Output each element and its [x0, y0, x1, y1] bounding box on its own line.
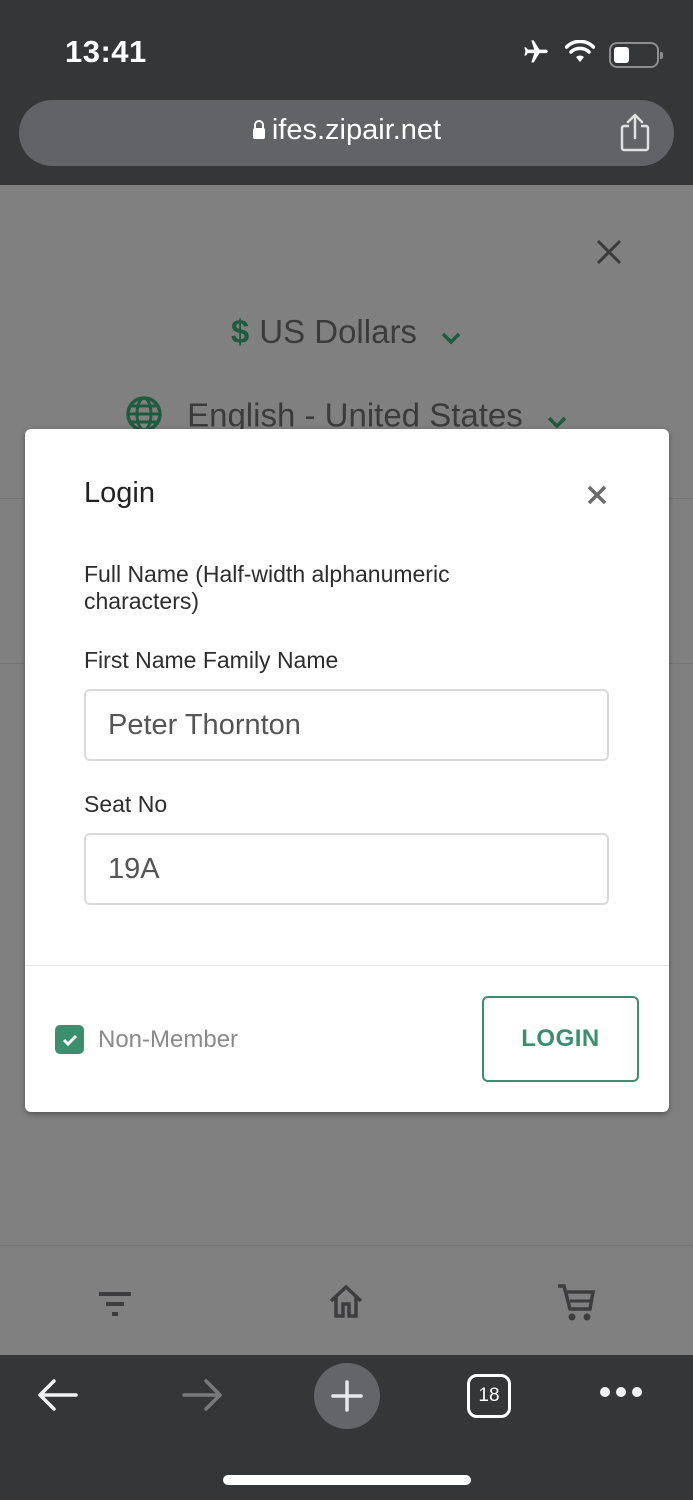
close-icon[interactable]	[586, 484, 608, 511]
url-text: ifes.zipair.net	[271, 114, 442, 146]
login-modal: Login Full Name (Half-width alphanumeric…	[25, 429, 669, 1112]
lock-icon	[252, 115, 266, 148]
login-button[interactable]: LOGIN	[482, 996, 639, 1082]
home-icon[interactable]	[328, 1283, 364, 1324]
back-arrow-icon[interactable]	[36, 1377, 80, 1413]
wifi-icon	[564, 39, 596, 69]
status-icons	[521, 38, 663, 71]
modal-title: Login	[84, 477, 155, 509]
home-indicator[interactable]	[223, 1475, 471, 1485]
name-input[interactable]	[84, 689, 609, 761]
non-member-checkbox[interactable]	[55, 1025, 84, 1054]
status-time: 13:41	[65, 34, 147, 69]
battery-icon	[609, 41, 663, 68]
new-tab-plus-icon[interactable]	[314, 1363, 380, 1429]
seat-no-label: Seat No	[84, 791, 168, 817]
chevron-down-icon	[440, 315, 462, 353]
forward-arrow-icon[interactable]	[180, 1377, 224, 1413]
more-icon[interactable]	[598, 1385, 644, 1399]
tabs-icon[interactable]: 18	[467, 1374, 511, 1418]
currency-selector[interactable]: $ US Dollars	[0, 313, 693, 353]
share-icon[interactable]	[618, 112, 652, 157]
currency-label: US Dollars	[259, 313, 417, 350]
seat-input[interactable]	[84, 833, 609, 905]
battery-level	[614, 46, 629, 63]
close-menu-icon[interactable]	[594, 237, 624, 272]
browser-top-chrome: 13:41 ifes.zipair.net	[0, 0, 693, 185]
divider	[25, 965, 669, 966]
non-member-label: Non-Member	[98, 1026, 239, 1053]
airplane-mode-icon	[521, 38, 551, 71]
full-name-label: Full Name (Half-width alphanumeric chara…	[84, 561, 450, 614]
first-family-name-label: First Name Family Name	[84, 647, 339, 673]
dollar-icon: $	[230, 313, 250, 350]
bottom-nav	[0, 1245, 693, 1355]
url-bar[interactable]: ifes.zipair.net	[19, 100, 674, 166]
filter-icon[interactable]	[97, 1290, 133, 1323]
cart-icon[interactable]	[556, 1283, 596, 1328]
check-icon	[62, 1034, 77, 1046]
